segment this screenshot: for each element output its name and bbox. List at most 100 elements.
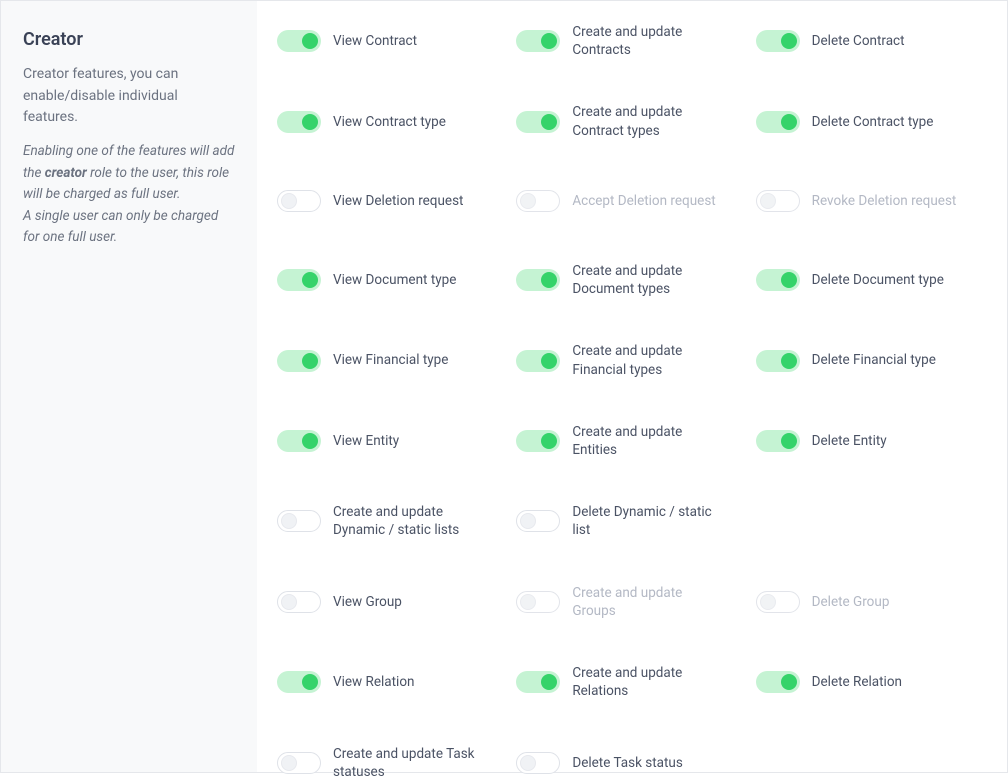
toggle-view-deletion-request[interactable]	[277, 190, 321, 212]
permission-label: Revoke Deletion request	[812, 192, 957, 210]
permission-create-update-task-statuses: Create and update Task statuses	[277, 745, 508, 781]
toggle-view-group[interactable]	[277, 591, 321, 613]
toggle-knob-icon	[520, 755, 536, 771]
toggle-revoke-deletion-request	[756, 190, 800, 212]
toggle-create-update-contract-types[interactable]	[516, 111, 560, 133]
permission-label: View Relation	[333, 673, 415, 691]
permission-label: Delete Relation	[812, 673, 902, 691]
toggle-create-update-financial-types[interactable]	[516, 350, 560, 372]
permission-label: Create and update Dynamic / static lists	[333, 503, 488, 539]
permission-delete-document-type: Delete Document type	[756, 262, 987, 298]
permission-label: Create and update Entities	[572, 423, 727, 459]
permission-view-document-type: View Document type	[277, 262, 508, 298]
permission-label: Create and update Document types	[572, 262, 727, 298]
permission-label: Create and update Financial types	[572, 342, 727, 378]
toggle-knob-icon	[541, 433, 557, 449]
permission-create-update-relations: Create and update Relations	[516, 664, 747, 700]
permission-create-update-financial-types: Create and update Financial types	[516, 342, 747, 378]
section-title: Creator	[23, 29, 235, 50]
toggle-create-update-dynamic-lists[interactable]	[277, 510, 321, 532]
permission-create-update-contracts: Create and update Contracts	[516, 23, 747, 59]
permission-label: View Contract type	[333, 113, 446, 131]
permission-label: Create and update Contracts	[572, 23, 727, 59]
permission-view-relation: View Relation	[277, 664, 508, 700]
permission-label: Create and update Groups	[572, 584, 727, 620]
permission-view-deletion-request: View Deletion request	[277, 184, 508, 218]
permission-label: Delete Entity	[812, 432, 887, 450]
permission-label: View Entity	[333, 432, 399, 450]
permission-label: Create and update Contract types	[572, 103, 727, 139]
permission-label: Delete Group	[812, 593, 890, 611]
toggle-create-update-task-statuses[interactable]	[277, 752, 321, 774]
toggle-create-update-groups	[516, 591, 560, 613]
toggle-delete-dynamic-static-list[interactable]	[516, 510, 560, 532]
permission-create-update-contract-types: Create and update Contract types	[516, 103, 747, 139]
toggle-create-update-contracts[interactable]	[516, 30, 560, 52]
toggle-knob-icon	[302, 272, 318, 288]
toggle-knob-icon	[520, 594, 536, 610]
permission-view-group: View Group	[277, 584, 508, 620]
permissions-panel: Creator Creator features, you can enable…	[0, 0, 1008, 773]
toggle-accept-deletion-request	[516, 190, 560, 212]
toggle-knob-icon	[781, 674, 797, 690]
toggle-delete-contract-type[interactable]	[756, 111, 800, 133]
permission-accept-deletion-request: Accept Deletion request	[516, 184, 747, 218]
permission-view-contract: View Contract	[277, 23, 508, 59]
toggle-knob-icon	[541, 33, 557, 49]
permission-label: Accept Deletion request	[572, 192, 715, 210]
note-line2: A single user can only be charged for on…	[23, 208, 218, 246]
toggle-view-relation[interactable]	[277, 671, 321, 693]
toggle-knob-icon	[541, 674, 557, 690]
toggle-delete-relation[interactable]	[756, 671, 800, 693]
toggle-view-contract-type[interactable]	[277, 111, 321, 133]
toggle-knob-icon	[781, 433, 797, 449]
toggle-delete-financial-type[interactable]	[756, 350, 800, 372]
permission-label: View Deletion request	[333, 192, 463, 210]
sidebar: Creator Creator features, you can enable…	[1, 1, 257, 772]
toggle-knob-icon	[760, 193, 776, 209]
section-note: Enabling one of the features will add th…	[23, 141, 235, 249]
toggle-view-financial-type[interactable]	[277, 350, 321, 372]
toggle-delete-document-type[interactable]	[756, 269, 800, 291]
toggle-create-update-relations[interactable]	[516, 671, 560, 693]
permission-delete-contract-type: Delete Contract type	[756, 103, 987, 139]
permission-label: Delete Financial type	[812, 351, 936, 369]
permission-view-financial-type: View Financial type	[277, 342, 508, 378]
permission-delete-dynamic-static-list: Delete Dynamic / static list	[516, 503, 747, 539]
toggle-delete-group	[756, 591, 800, 613]
permission-label: Delete Contract type	[812, 113, 934, 131]
permissions-content: View Contract Create and update Contracts…	[257, 1, 1007, 772]
permission-label: View Contract	[333, 32, 417, 50]
toggle-knob-icon	[281, 755, 297, 771]
note-bold: creator	[45, 165, 87, 181]
permission-label: Delete Task status	[572, 754, 683, 772]
toggle-knob-icon	[302, 674, 318, 690]
permission-delete-group: Delete Group	[756, 584, 987, 620]
toggle-knob-icon	[302, 33, 318, 49]
toggle-delete-entity[interactable]	[756, 430, 800, 452]
permission-label: Create and update Task statuses	[333, 745, 488, 781]
toggle-delete-task-status[interactable]	[516, 752, 560, 774]
permission-create-update-dynamic-lists: Create and update Dynamic / static lists	[277, 503, 508, 539]
toggle-create-update-document-types[interactable]	[516, 269, 560, 291]
toggle-view-document-type[interactable]	[277, 269, 321, 291]
toggle-view-entity[interactable]	[277, 430, 321, 452]
toggle-knob-icon	[781, 114, 797, 130]
permission-label: View Document type	[333, 271, 456, 289]
permission-label: Delete Dynamic / static list	[572, 503, 727, 539]
permission-view-contract-type: View Contract type	[277, 103, 508, 139]
permissions-grid: View Contract Create and update Contracts…	[277, 23, 987, 781]
toggle-knob-icon	[541, 272, 557, 288]
permission-delete-financial-type: Delete Financial type	[756, 342, 987, 378]
permission-label: View Financial type	[333, 351, 448, 369]
permission-revoke-deletion-request: Revoke Deletion request	[756, 184, 987, 218]
permission-empty-1	[756, 745, 987, 781]
toggle-create-update-entities[interactable]	[516, 430, 560, 452]
toggle-view-contract[interactable]	[277, 30, 321, 52]
toggle-delete-contract[interactable]	[756, 30, 800, 52]
permission-delete-relation: Delete Relation	[756, 664, 987, 700]
toggle-knob-icon	[781, 272, 797, 288]
toggle-knob-icon	[281, 594, 297, 610]
permission-create-update-document-types: Create and update Document types	[516, 262, 747, 298]
toggle-knob-icon	[302, 433, 318, 449]
